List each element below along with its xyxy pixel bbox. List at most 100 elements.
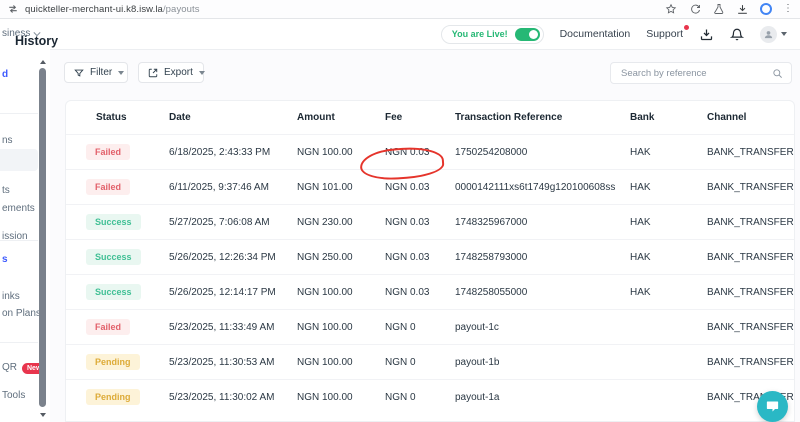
sidebar-divider (0, 240, 38, 241)
fee-cell: NGN 0 (377, 392, 447, 403)
status-cell: Pending (66, 389, 161, 405)
url-path: /payouts (163, 4, 200, 15)
search-input[interactable] (611, 68, 772, 79)
browser-profile-icon[interactable] (760, 3, 772, 15)
sidebar-divider (0, 113, 38, 114)
header-fee: Fee (377, 112, 447, 123)
filter-button[interactable]: Filter (64, 62, 128, 83)
url-text[interactable]: quickteller-merchant-ui.k8.isw.la/payout… (25, 4, 200, 15)
search-icon (772, 68, 783, 79)
filter-label: Filter (90, 67, 112, 78)
chevron-down-icon (781, 32, 787, 36)
table-row[interactable]: Success 5/27/2025, 7:06:08 AM NGN 230.00… (66, 204, 794, 239)
header-date: Date (161, 112, 289, 123)
bank-cell: HAK (622, 182, 699, 193)
status-badge: Failed (86, 319, 130, 335)
bookmark-star-icon[interactable] (664, 3, 677, 16)
status-badge: Failed (86, 144, 130, 160)
bank-cell: HAK (622, 287, 699, 298)
sidebar-item-payouts-fragment[interactable]: ts (2, 185, 10, 196)
amount-cell: NGN 101.00 (289, 182, 377, 193)
live-toggle-pill[interactable]: You are Live! (441, 25, 544, 44)
chat-bubble-icon (765, 399, 780, 414)
header-amount: Amount (289, 112, 377, 123)
channel-cell: BANK_TRANSFER (699, 252, 794, 263)
search-box (610, 62, 792, 84)
sidebar-item-fragment[interactable]: s (2, 254, 8, 265)
status-badge: Pending (86, 389, 140, 405)
toggle-knob (529, 30, 538, 39)
app-viewport: siness d ns ts ements ission s inks on P… (0, 19, 800, 422)
status-cell: Failed (66, 144, 161, 160)
table-row[interactable]: Success 5/26/2025, 12:14:17 PM NGN 100.0… (66, 274, 794, 309)
export-button[interactable]: Export (138, 62, 204, 83)
table-row[interactable]: Failed 5/23/2025, 11:33:49 AM NGN 100.00… (66, 309, 794, 344)
header-reference: Transaction Reference (447, 112, 622, 123)
export-label: Export (164, 67, 193, 78)
reference-cell: 0000142111xs6t1749g120100608ss (447, 182, 622, 193)
url-host: quickteller-merchant-ui.k8.isw.la (25, 4, 163, 15)
reference-cell: payout-1c (447, 322, 622, 333)
table-row[interactable]: Success 5/26/2025, 12:26:34 PM NGN 250.0… (66, 239, 794, 274)
date-cell: 5/26/2025, 12:26:34 PM (161, 252, 289, 263)
header-bank: Bank (622, 112, 699, 123)
bank-cell: HAK (622, 252, 699, 263)
header-channel: Channel (699, 112, 794, 123)
scrollbar-up-arrow[interactable] (40, 60, 46, 64)
support-link[interactable]: Support (646, 28, 683, 40)
amount-cell: NGN 100.00 (289, 287, 377, 298)
date-cell: 5/23/2025, 11:33:49 AM (161, 322, 289, 333)
channel-cell: BANK_TRANSFER (699, 217, 794, 228)
sidebar-item-tools-fragment[interactable]: Tools (2, 390, 25, 401)
fee-cell: NGN 0.03 (377, 252, 447, 263)
browser-menu-icon[interactable]: ⋮ (783, 4, 793, 14)
screenshot-root: quickteller-merchant-ui.k8.isw.la/payout… (0, 0, 800, 422)
table-row[interactable]: Failed 6/11/2025, 9:37:46 AM NGN 101.00 … (66, 169, 794, 204)
fee-text: NGN 0.03 (385, 147, 429, 158)
reference-cell: payout-1b (447, 357, 622, 368)
download-icon[interactable] (699, 27, 714, 42)
chat-widget-button[interactable] (757, 391, 788, 422)
status-badge: Success (86, 249, 141, 265)
reference-cell: 1750254208000 (447, 147, 622, 158)
support-label: Support (646, 28, 683, 40)
extension-refresh-icon[interactable] (688, 3, 701, 16)
table-row[interactable]: Pending 5/23/2025, 11:30:02 AM NGN 100.0… (66, 379, 794, 414)
sidebar: siness d ns ts ements ission s inks on P… (0, 19, 50, 422)
sidebar-item-fragment[interactable]: ns (2, 135, 13, 146)
date-cell: 5/23/2025, 11:30:02 AM (161, 392, 289, 403)
sidebar-item-plans-fragment[interactable]: on Plans (2, 308, 41, 319)
sidebar-scrollbar[interactable] (39, 68, 46, 407)
amount-cell: NGN 230.00 (289, 217, 377, 228)
live-toggle-switch[interactable] (515, 28, 540, 41)
notification-dot (684, 25, 689, 30)
sidebar-item-active-fragment[interactable]: d (2, 69, 8, 80)
table-row[interactable]: Pending 5/23/2025, 11:30:53 AM NGN 100.0… (66, 344, 794, 379)
status-cell: Success (66, 249, 161, 265)
profile-menu[interactable] (760, 26, 787, 43)
sidebar-item-qr-fragment[interactable]: QR (2, 362, 17, 373)
table-row[interactable]: Failed 6/18/2025, 2:43:33 PM NGN 100.00 … (66, 134, 794, 169)
date-cell: 6/11/2025, 9:37:46 AM (161, 182, 289, 193)
filter-icon (74, 68, 84, 78)
bank-cell: HAK (622, 217, 699, 228)
status-cell: Success (66, 214, 161, 230)
scrollbar-down-arrow[interactable] (40, 413, 46, 417)
bell-icon[interactable] (730, 27, 744, 42)
chrome-download-icon[interactable] (736, 3, 749, 16)
date-cell: 5/27/2025, 7:06:08 AM (161, 217, 289, 228)
status-cell: Failed (66, 179, 161, 195)
channel-cell: BANK_TRANSFER (699, 182, 794, 193)
documentation-link[interactable]: Documentation (560, 28, 631, 40)
chevron-down-icon (199, 71, 205, 75)
chevron-down-icon (118, 71, 124, 75)
amount-cell: NGN 100.00 (289, 392, 377, 403)
page-title: History (15, 34, 58, 48)
sidebar-highlight (0, 149, 38, 171)
sidebar-item-settlements-fragment[interactable]: ements (2, 203, 35, 214)
fee-cell: NGN 0 (377, 357, 447, 368)
site-info-icon[interactable] (8, 4, 18, 14)
sidebar-item-links-fragment[interactable]: inks (2, 291, 20, 302)
export-icon (148, 68, 158, 78)
lab-flask-icon[interactable] (712, 3, 725, 16)
